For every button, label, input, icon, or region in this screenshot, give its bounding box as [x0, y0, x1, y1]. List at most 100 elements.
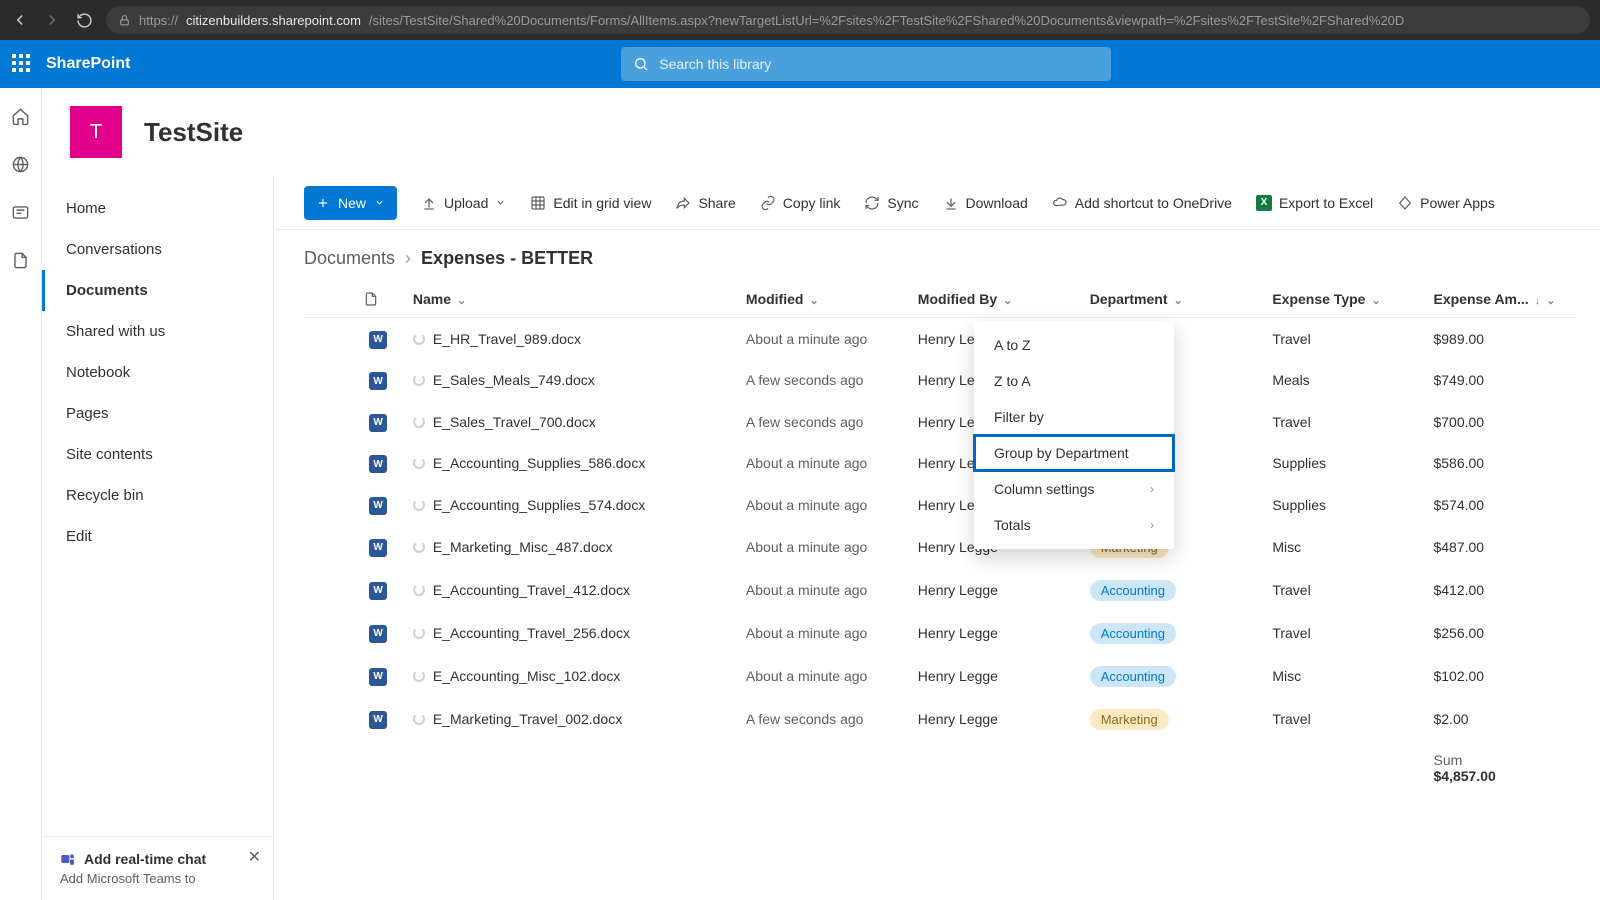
- loading-spinner-icon: [413, 416, 425, 428]
- word-icon: W: [369, 455, 387, 473]
- nav-documents[interactable]: Documents: [42, 270, 273, 311]
- edit-grid-button[interactable]: Edit in grid view: [530, 195, 651, 211]
- search-box[interactable]: [621, 47, 1111, 81]
- share-button[interactable]: Share: [675, 195, 735, 211]
- col-name[interactable]: Name⌄: [403, 281, 736, 318]
- col-expense-type[interactable]: Expense Type⌄: [1262, 281, 1423, 318]
- reload-icon[interactable]: [74, 10, 94, 30]
- forward-icon[interactable]: [42, 10, 62, 30]
- search-icon: [633, 56, 649, 72]
- table-row[interactable]: WE_Accounting_Misc_102.docxAbout a minut…: [304, 655, 1576, 698]
- chevron-down-icon: ⌄: [809, 295, 818, 307]
- news-icon[interactable]: [11, 202, 31, 222]
- expense-amount-cell: $102.00: [1423, 655, 1576, 698]
- table-row[interactable]: WE_Accounting_Travel_412.docxAbout a min…: [304, 569, 1576, 612]
- menu-a-to-z[interactable]: A to Z: [974, 327, 1174, 363]
- close-icon[interactable]: ✕: [248, 847, 261, 867]
- menu-column-settings[interactable]: Column settings ›: [974, 471, 1174, 507]
- file-name[interactable]: E_Accounting_Travel_256.docx: [433, 625, 630, 641]
- col-select[interactable]: [304, 281, 353, 318]
- nav-recycle-bin[interactable]: Recycle bin: [42, 475, 273, 516]
- add-shortcut-button[interactable]: Add shortcut to OneDrive: [1052, 195, 1232, 211]
- url-host: citizenbuilders.sharepoint.com: [186, 13, 361, 28]
- app-launcher-icon[interactable]: [12, 54, 32, 74]
- expense-type-cell: Supplies: [1262, 443, 1423, 485]
- lock-icon: [118, 14, 131, 27]
- modified-cell: About a minute ago: [736, 484, 908, 526]
- col-modified[interactable]: Modified⌄: [736, 281, 908, 318]
- menu-group-by[interactable]: Group by Department: [974, 435, 1174, 471]
- table-row[interactable]: W E_Accounting_Supplies_586.docx About a m…: [304, 443, 1576, 485]
- nav-conversations[interactable]: Conversations: [42, 229, 273, 270]
- col-department[interactable]: Department⌄: [1080, 281, 1263, 318]
- table-row[interactable]: WE_HR_Travel_989.docxAbout a minute agoH…: [304, 318, 1576, 360]
- file-name[interactable]: E_Accounting_Supplies_574.docx: [433, 497, 646, 513]
- grid-icon: [530, 195, 546, 211]
- main-area: New Upload Edit in grid view Shar: [274, 176, 1600, 900]
- sync-button[interactable]: Sync: [864, 195, 918, 211]
- address-bar[interactable]: https://citizenbuilders.sharepoint.com/s…: [106, 6, 1590, 34]
- modified-cell: About a minute ago: [736, 318, 908, 360]
- copy-link-button[interactable]: Copy link: [760, 195, 841, 211]
- file-name[interactable]: E_Marketing_Misc_487.docx: [433, 539, 613, 555]
- expense-type-cell: Travel: [1262, 612, 1423, 655]
- file-name[interactable]: E_HR_Travel_989.docx: [433, 331, 581, 347]
- home-icon[interactable]: [11, 106, 31, 126]
- dept-pill: Accounting: [1090, 623, 1176, 644]
- col-modified-by[interactable]: Modified By⌄: [908, 281, 1080, 318]
- file-name[interactable]: E_Accounting_Supplies_586.docx: [433, 455, 646, 471]
- modified-by-cell: Henry Legge: [908, 655, 1080, 698]
- dept-pill: Accounting: [1090, 580, 1176, 601]
- site-title[interactable]: TestSite: [144, 117, 243, 148]
- expense-type-cell: Meals: [1262, 360, 1423, 402]
- upload-button[interactable]: Upload: [421, 195, 506, 211]
- file-name[interactable]: E_Sales_Meals_749.docx: [433, 372, 595, 388]
- col-expense-amount[interactable]: Expense Am...↓⌄: [1423, 281, 1576, 318]
- globe-icon[interactable]: [11, 154, 31, 174]
- suite-name[interactable]: SharePoint: [46, 55, 130, 73]
- expense-amount-cell: $989.00: [1423, 318, 1576, 360]
- files-icon[interactable]: [11, 250, 31, 270]
- sort-desc-icon: ↓: [1535, 295, 1541, 307]
- download-button[interactable]: Download: [943, 195, 1028, 211]
- menu-totals[interactable]: Totals ›: [974, 507, 1174, 543]
- table-row[interactable]: WE_Sales_Travel_700.docxA few seconds ag…: [304, 401, 1576, 443]
- link-icon: [760, 195, 776, 211]
- nav-site-contents[interactable]: Site contents: [42, 434, 273, 475]
- site-logo[interactable]: T: [70, 106, 122, 158]
- file-name[interactable]: E_Marketing_Travel_002.docx: [433, 711, 622, 727]
- word-icon: W: [369, 711, 387, 729]
- nav-home[interactable]: Home: [42, 188, 273, 229]
- word-icon: W: [369, 582, 387, 600]
- power-apps-button[interactable]: Power Apps: [1397, 195, 1495, 211]
- table-row[interactable]: WE_Accounting_Travel_256.docxAbout a min…: [304, 612, 1576, 655]
- nav-shared[interactable]: Shared with us: [42, 311, 273, 352]
- chevron-right-icon: ›: [1150, 518, 1154, 532]
- menu-filter-by[interactable]: Filter by: [974, 399, 1174, 435]
- breadcrumb-root[interactable]: Documents: [304, 248, 395, 269]
- loading-spinner-icon: [413, 333, 425, 345]
- menu-z-to-a[interactable]: Z to A: [974, 363, 1174, 399]
- nav-notebook[interactable]: Notebook: [42, 352, 273, 393]
- table-row[interactable]: WE_Sales_Meals_749.docxA few seconds ago…: [304, 360, 1576, 402]
- nav-edit[interactable]: Edit: [42, 516, 273, 557]
- sum-label: Sum: [1433, 752, 1566, 768]
- expense-amount-cell: $2.00: [1423, 698, 1576, 741]
- modified-cell: A few seconds ago: [736, 401, 908, 443]
- nav-pages[interactable]: Pages: [42, 393, 273, 434]
- site-nav: Home Conversations Documents Shared with…: [42, 176, 274, 900]
- modified-cell: About a minute ago: [736, 443, 908, 485]
- table-row[interactable]: WE_Marketing_Misc_487.docxAbout a minute…: [304, 526, 1576, 569]
- export-excel-button[interactable]: X Export to Excel: [1256, 195, 1373, 211]
- file-name[interactable]: E_Accounting_Misc_102.docx: [433, 668, 621, 684]
- share-icon: [675, 195, 691, 211]
- file-name[interactable]: E_Accounting_Travel_412.docx: [433, 582, 630, 598]
- back-icon[interactable]: [10, 10, 30, 30]
- table-row[interactable]: WE_Accounting_Supplies_574.docxAbout a m…: [304, 484, 1576, 526]
- new-button[interactable]: New: [304, 186, 397, 220]
- search-input[interactable]: [659, 56, 1099, 72]
- col-type-icon[interactable]: [353, 281, 402, 318]
- file-name[interactable]: E_Sales_Travel_700.docx: [433, 414, 596, 430]
- table-row[interactable]: WE_Marketing_Travel_002.docxA few second…: [304, 698, 1576, 741]
- excel-icon: X: [1256, 195, 1272, 211]
